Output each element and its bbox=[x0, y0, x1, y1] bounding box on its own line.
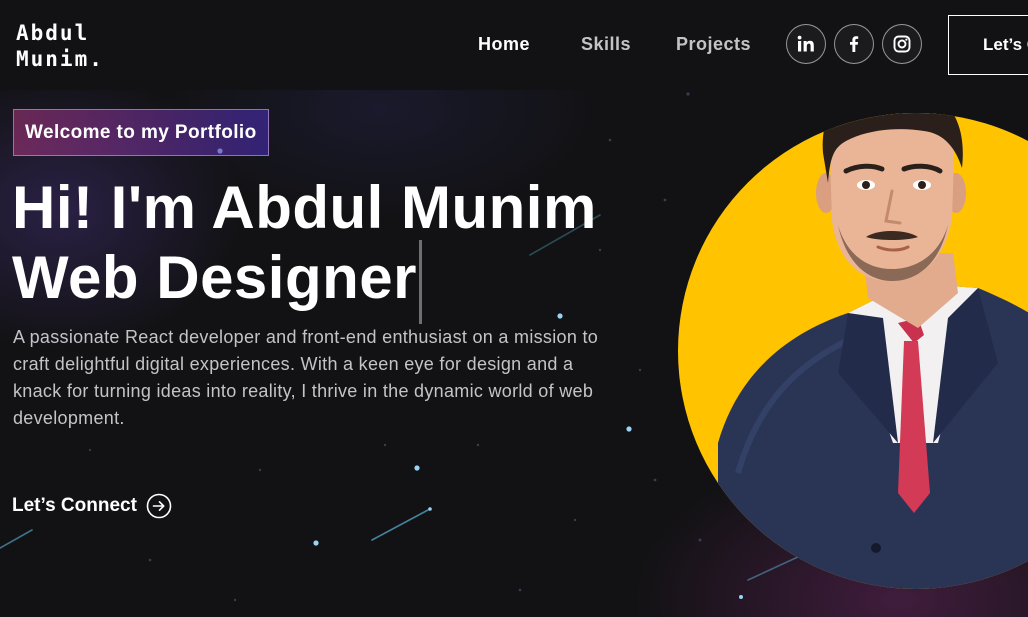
lets-connect-label: Let’s Connect bbox=[12, 495, 137, 516]
hero-headline: Hi! I'm Abdul Munim Web Designer bbox=[12, 176, 597, 324]
portfolio-page: Abdul Munim. Home Skills Projects Let’s … bbox=[0, 0, 1028, 617]
lets-connect-nav-button[interactable]: Let’s Connect bbox=[948, 15, 1028, 75]
linkedin-button[interactable] bbox=[786, 24, 826, 64]
typing-cursor bbox=[419, 240, 422, 324]
facebook-button[interactable] bbox=[834, 24, 874, 64]
instagram-icon bbox=[893, 35, 911, 53]
profile-portrait bbox=[678, 113, 1028, 589]
site-logo[interactable]: Abdul Munim. bbox=[16, 20, 104, 72]
welcome-tagline: Welcome to my Portfolio bbox=[13, 109, 269, 156]
navbar: Abdul Munim. Home Skills Projects Let’s bbox=[0, 0, 1028, 90]
headline-role: Web Designer bbox=[12, 244, 417, 311]
nav-link-home[interactable]: Home bbox=[478, 34, 530, 55]
lets-connect-nav-label: Let’s Connect bbox=[983, 35, 1028, 54]
lets-connect-button[interactable]: Let’s Connect bbox=[12, 493, 172, 519]
welcome-tagline-text: Welcome to my Portfolio bbox=[25, 121, 257, 143]
nav-link-skills[interactable]: Skills bbox=[581, 34, 631, 55]
headline-intro: Hi! I'm Abdul Munim bbox=[12, 174, 597, 241]
hero-description: A passionate React developer and front-e… bbox=[13, 327, 599, 428]
logo-line-first: Abdul bbox=[16, 21, 90, 45]
facebook-icon bbox=[850, 36, 859, 52]
logo-line-second: Munim. bbox=[16, 47, 104, 71]
arrow-right-circle-icon bbox=[146, 493, 172, 519]
instagram-button[interactable] bbox=[882, 24, 922, 64]
person-portrait-image bbox=[718, 113, 1028, 589]
nav-link-projects[interactable]: Projects bbox=[676, 34, 751, 55]
linkedin-icon bbox=[797, 35, 814, 52]
